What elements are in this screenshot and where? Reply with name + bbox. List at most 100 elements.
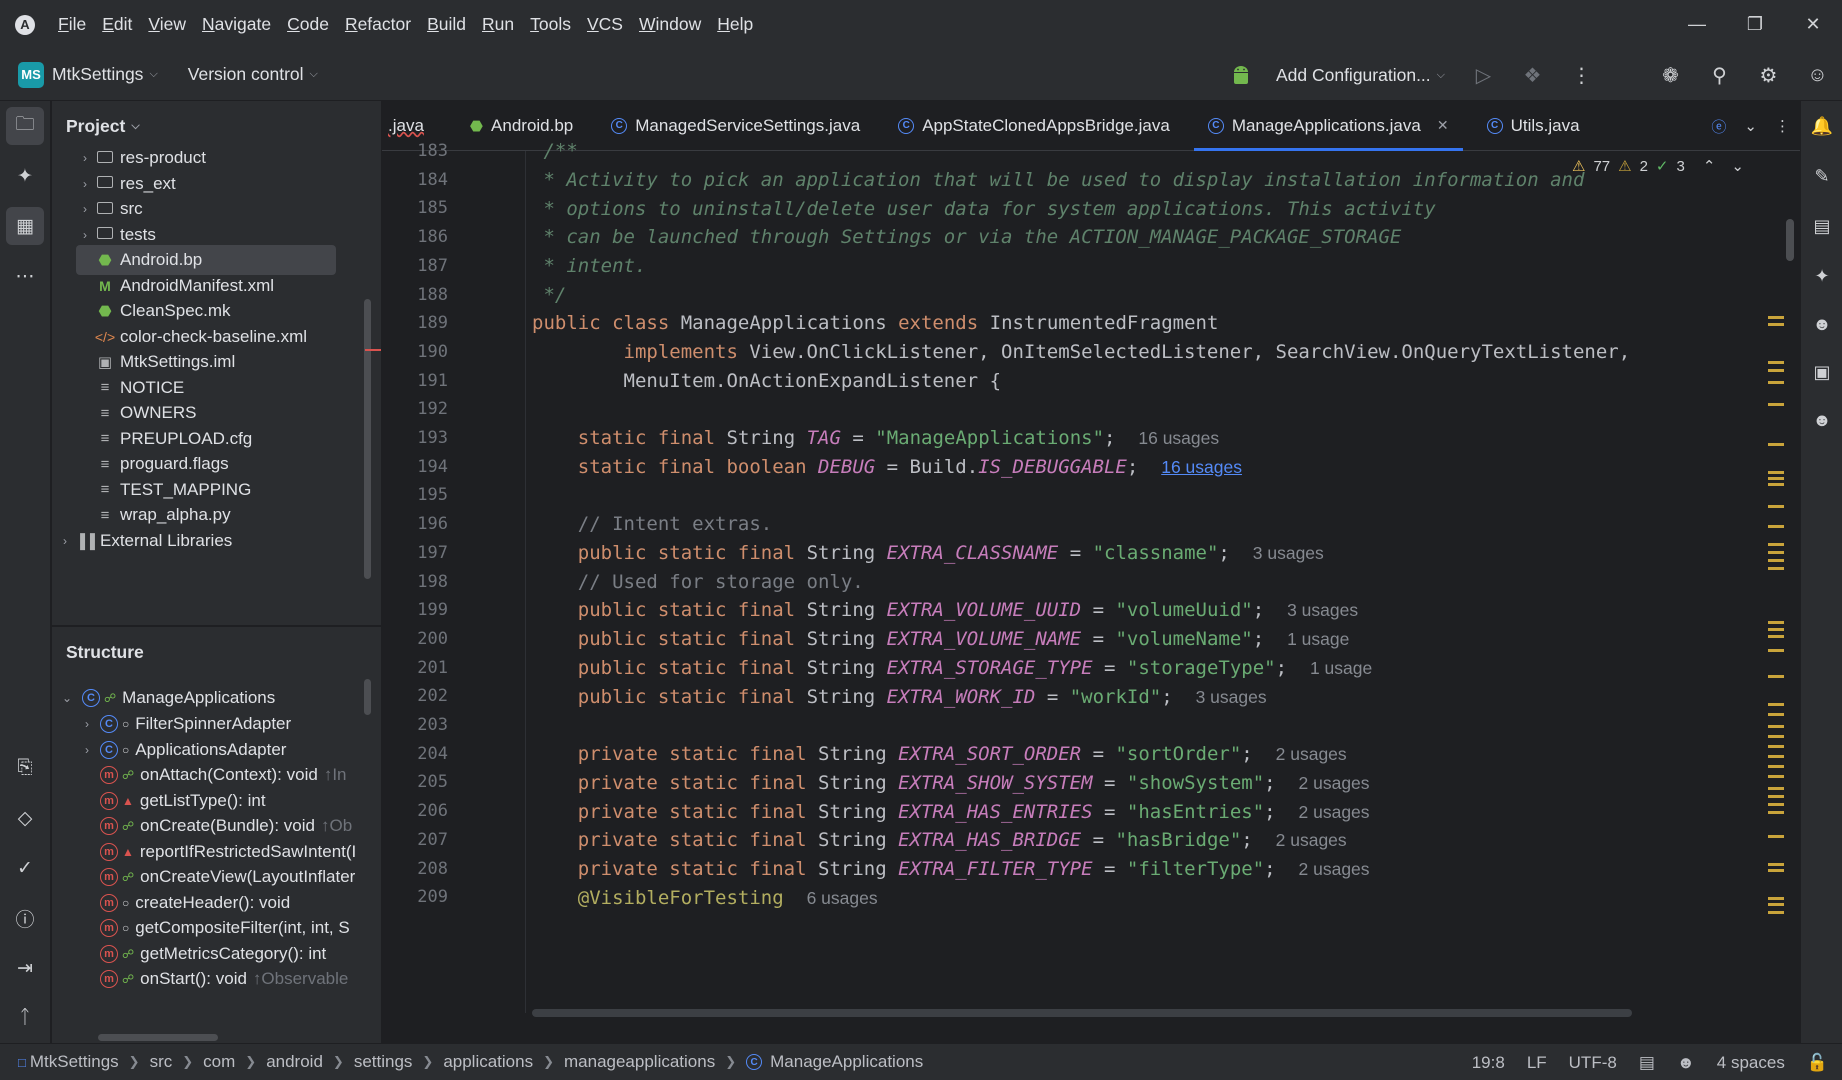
usages-hint[interactable]: 3 usages [1253, 543, 1324, 563]
chevron-down-icon: ⌄ [61, 691, 73, 705]
breadcrumb-item[interactable]: applications [443, 1052, 533, 1072]
gradle-icon[interactable]: ✎ [1805, 159, 1839, 193]
gemini-sparkle-icon[interactable]: ✦ [1805, 259, 1839, 293]
breadcrumb-item[interactable]: C ManageApplications [746, 1052, 923, 1072]
git-branch-icon[interactable]: ᛏ [6, 999, 44, 1037]
close-icon[interactable]: ✕ [1784, 0, 1842, 49]
indent-setting[interactable]: 4 spaces [1717, 1053, 1785, 1073]
menu-item[interactable]: VCS [579, 0, 631, 49]
terminal-icon[interactable]: ⇥ [6, 949, 44, 987]
plugin-cube-icon[interactable]: ▣ [1805, 355, 1839, 389]
app-logo[interactable]: A [0, 0, 50, 49]
project-folder-icon[interactable]: 🗀 [6, 107, 44, 145]
version-control-selector[interactable]: Version control ⌵ [188, 64, 318, 85]
debug-icon[interactable]: ❖ [1508, 49, 1557, 101]
run-configuration-selector[interactable]: Add Configuration... ⌵ [1276, 65, 1445, 86]
chevron-right-icon[interactable]: › [76, 177, 94, 191]
logcat-icon[interactable]: ✓ [6, 849, 44, 887]
project-tree-item[interactable]: › ▐▐ External Libraries [56, 526, 336, 556]
chevron-right-icon[interactable]: › [56, 534, 74, 548]
usages-hint[interactable]: 2 usages [1299, 802, 1370, 822]
breadcrumb-item[interactable]: settings [354, 1052, 413, 1072]
menu-item[interactable]: View [140, 0, 194, 49]
structure-icon[interactable]: ▦ [6, 207, 44, 245]
breadcrumb-item[interactable]: android [266, 1052, 323, 1072]
copilot-icon[interactable]: ☻ [1805, 307, 1839, 341]
chevron-right-icon[interactable]: › [78, 717, 96, 731]
menu-item[interactable]: Window [631, 0, 709, 49]
menu-item[interactable]: Edit [94, 0, 140, 49]
problems-icon[interactable]: ⓘ [6, 899, 44, 937]
readonly-icon[interactable]: ▤ [1639, 1053, 1655, 1073]
chevron-right-icon[interactable]: › [76, 202, 94, 216]
chevron-down-icon[interactable]: ⌄ [1744, 117, 1757, 135]
more-horizontal-icon[interactable]: ⋯ [6, 257, 44, 295]
usages-hint[interactable]: 3 usages [1196, 687, 1267, 707]
line-separator[interactable]: LF [1527, 1053, 1547, 1073]
account-icon[interactable]: ☺ [1793, 49, 1842, 101]
usages-hint[interactable]: 3 usages [1287, 600, 1358, 620]
run-icon[interactable]: ▷ [1459, 49, 1508, 101]
editor-tab[interactable]: C ManagedServiceSettings.java [597, 101, 874, 151]
usages-hint[interactable]: 16 usages [1138, 428, 1219, 448]
breadcrumb-item[interactable]: manageapplications [564, 1052, 715, 1072]
code-area[interactable]: /** * Activity to pick an application th… [532, 140, 1752, 1013]
chevron-up-icon[interactable]: ⌃ [1703, 157, 1716, 175]
menu-item[interactable]: Tools [522, 0, 579, 49]
android-device-icon[interactable] [1217, 49, 1266, 101]
usages-hint[interactable]: 1 usage [1287, 629, 1349, 649]
search-icon[interactable]: ⚲ [1695, 49, 1744, 101]
menu-item[interactable]: Code [279, 0, 337, 49]
usages-hint[interactable]: 6 usages [807, 888, 878, 908]
structure-item[interactable]: m ☍ onStart(): void ↑Observable [78, 964, 348, 994]
more-vertical-icon[interactable]: ⋮ [1775, 117, 1790, 135]
chevron-right-icon[interactable]: › [78, 743, 96, 757]
breadcrumb-item[interactable]: □ MtkSettings [18, 1052, 119, 1072]
minimize-icon[interactable]: — [1668, 0, 1726, 49]
chevron-right-icon[interactable]: › [76, 228, 94, 242]
file-encoding[interactable]: UTF-8 [1569, 1053, 1617, 1073]
menu-item[interactable]: Refactor [337, 0, 419, 49]
build-variants-icon[interactable]: ◇ [6, 799, 44, 837]
notifications-icon[interactable]: 🔔 [1805, 109, 1839, 143]
restore-icon[interactable]: ❐ [1726, 0, 1784, 49]
usages-hint[interactable]: 2 usages [1299, 773, 1370, 793]
project-scrollbar[interactable] [364, 299, 371, 579]
usages-hint[interactable]: 2 usages [1276, 744, 1347, 764]
device-manager-icon[interactable]: ⎘ [6, 749, 44, 787]
editor-hscrollbar[interactable] [532, 1009, 1632, 1017]
inspection-widget[interactable]: ⚠ 77 ⚠ 2 ✓ 3 ⌃ ⌄ [1572, 157, 1744, 176]
caret-position[interactable]: 19:8 [1472, 1053, 1505, 1073]
bug-icon[interactable]: ❁ [1646, 49, 1695, 101]
device-file-explorer-icon[interactable]: ▤ [1805, 209, 1839, 243]
menu-label: ode [299, 14, 329, 34]
structure-scrollbar[interactable] [364, 679, 371, 715]
usages-hint[interactable]: 2 usages [1276, 830, 1347, 850]
menu-item[interactable]: File [50, 0, 94, 49]
usages-link[interactable]: 16 usages [1161, 457, 1242, 477]
breadcrumb-item[interactable]: com [203, 1052, 235, 1072]
editor-vscrollbar[interactable] [1786, 219, 1794, 261]
menu-item[interactable]: Help [709, 0, 761, 49]
menu-item[interactable]: Build [419, 0, 474, 49]
assistant-icon[interactable]: ☻ [1805, 403, 1839, 437]
gear-icon[interactable]: ⚙ [1744, 49, 1793, 101]
editor-tab[interactable]: C AppStateClonedAppsBridge.java [884, 101, 1184, 151]
chevron-down-icon[interactable]: ⌄ [1731, 157, 1744, 175]
editor-tab[interactable]: C ManageApplications.java ✕ [1193, 101, 1463, 151]
lock-icon[interactable]: 🔓 [1807, 1053, 1828, 1073]
menu-item[interactable]: Navigate [194, 0, 279, 49]
menu-item[interactable]: Run [474, 0, 522, 49]
keyword: implements [623, 341, 738, 363]
chevron-right-icon[interactable]: › [76, 151, 94, 165]
project-selector[interactable]: MS MtkSettings ⌵ [18, 61, 158, 88]
editor-tab[interactable]: C Utils.java [1473, 101, 1594, 151]
usages-hint[interactable]: 2 usages [1299, 859, 1370, 879]
usages-hint[interactable]: 1 usage [1310, 658, 1372, 678]
copilot-status-icon[interactable]: ☻ [1677, 1053, 1695, 1073]
breadcrumb-item[interactable]: src [150, 1052, 173, 1072]
gemini-icon[interactable]: ✦ [6, 157, 44, 195]
more-vertical-icon[interactable]: ⋮ [1557, 49, 1606, 101]
structure-hscrollbar[interactable] [98, 1034, 218, 1041]
close-tab-icon[interactable]: ✕ [1437, 117, 1449, 134]
